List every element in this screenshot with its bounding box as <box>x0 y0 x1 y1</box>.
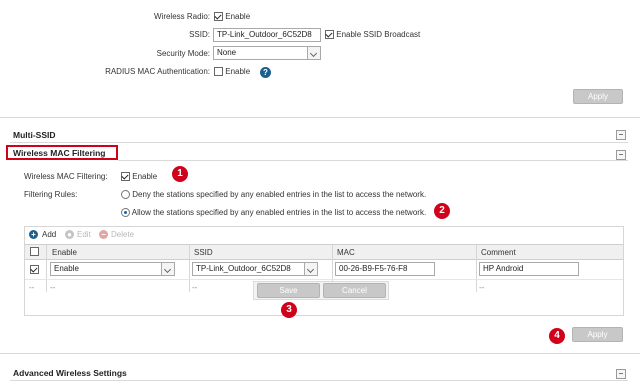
row-select <box>30 265 39 275</box>
ssid-input[interactable]: TP-Link_Outdoor_6C52D8 <box>213 28 321 42</box>
header-comment: Comment <box>481 248 516 257</box>
column-divider <box>189 244 190 292</box>
ssid-broadcast-label: Enable SSID Broadcast <box>336 30 421 39</box>
mac-filtering-field: Enable <box>121 172 158 182</box>
multi-ssid-title: Multi-SSID <box>13 130 56 140</box>
empty-cell: -- <box>29 283 35 292</box>
row-ssid-value: TP-Link_Outdoor_6C52D8 <box>196 264 291 273</box>
row-divider <box>25 279 623 280</box>
mac-filtering-title: Wireless MAC Filtering <box>13 148 106 158</box>
step-badge-1: 1 <box>172 166 188 182</box>
divider <box>0 353 640 354</box>
row-mac-input[interactable]: 00-26-B9-F5-76-F8 <box>335 262 435 276</box>
security-mode-label: Security Mode: <box>156 49 210 58</box>
divider <box>10 142 628 143</box>
empty-cell: -- <box>479 283 485 292</box>
header-enable: Enable <box>52 248 77 257</box>
radius-mac-field: Enable <box>214 67 251 77</box>
radius-mac-checkbox[interactable] <box>214 67 223 77</box>
chevron-down-icon <box>161 263 174 275</box>
filtering-rules-label: Filtering Rules: <box>24 190 78 199</box>
table-header <box>25 244 623 260</box>
delete-button[interactable]: Delete <box>111 230 134 239</box>
add-button[interactable]: Add <box>42 230 56 239</box>
collapse-icon[interactable] <box>616 130 626 140</box>
empty-cell: -- <box>192 283 198 292</box>
header-ssid: SSID <box>194 248 213 257</box>
edit-button[interactable]: Edit <box>77 230 91 239</box>
rule-deny-label: Deny the stations specified by any enabl… <box>132 190 427 199</box>
wireless-radio-value: Enable <box>225 12 251 21</box>
wireless-apply-button[interactable]: Apply <box>573 89 623 104</box>
mac-filtering-checkbox[interactable] <box>121 172 130 182</box>
rule-deny-radio[interactable] <box>121 190 130 200</box>
ssid-broadcast-checkbox[interactable] <box>325 30 334 40</box>
empty-cell: -- <box>50 283 56 292</box>
wireless-radio-label: Wireless Radio: <box>153 12 210 21</box>
add-icon: + <box>29 230 38 239</box>
divider <box>118 160 628 161</box>
rule-allow-radio[interactable] <box>121 208 130 218</box>
step-badge-3: 3 <box>281 302 297 318</box>
row-comment-input[interactable]: HP Android <box>479 262 579 276</box>
ssid-broadcast-field: Enable SSID Broadcast <box>325 30 421 40</box>
advanced-settings-title: Advanced Wireless Settings <box>13 368 127 378</box>
divider <box>10 380 628 381</box>
wireless-radio-checkbox[interactable] <box>214 12 223 22</box>
security-mode-value: None <box>217 48 237 57</box>
security-mode-select[interactable]: None <box>213 46 321 60</box>
select-all-checkbox[interactable] <box>30 247 39 257</box>
rule-deny-option[interactable]: Deny the stations specified by any enabl… <box>121 190 427 200</box>
header-select-all <box>30 247 39 257</box>
row-enable-select[interactable]: Enable <box>50 262 175 276</box>
row-enable-value: Enable <box>54 264 79 273</box>
rule-allow-label: Allow the stations specified by any enab… <box>131 208 427 217</box>
step-badge-4: 4 <box>549 328 565 344</box>
column-divider <box>476 244 477 292</box>
wireless-radio-field: Enable <box>214 12 251 22</box>
step-badge-2: 2 <box>434 203 450 219</box>
edit-icon: ● <box>65 230 74 239</box>
column-divider <box>46 244 47 292</box>
mac-filtering-label: Wireless MAC Filtering: <box>24 172 108 181</box>
mac-apply-button[interactable]: Apply <box>572 327 623 342</box>
help-icon[interactable]: ? <box>260 67 271 78</box>
rule-allow-option[interactable]: Allow the stations specified by any enab… <box>121 208 427 218</box>
collapse-icon[interactable] <box>616 369 626 379</box>
delete-icon: − <box>99 230 108 239</box>
header-mac: MAC <box>337 248 355 257</box>
chevron-down-icon <box>307 47 320 59</box>
mac-filtering-value: Enable <box>132 172 158 181</box>
ssid-label: SSID: <box>189 30 210 39</box>
divider <box>0 117 640 118</box>
row-checkbox[interactable] <box>30 265 39 275</box>
chevron-down-icon <box>304 263 317 275</box>
radius-mac-value: Enable <box>225 67 251 76</box>
cancel-button[interactable]: Cancel <box>323 283 386 298</box>
row-ssid-select[interactable]: TP-Link_Outdoor_6C52D8 <box>192 262 318 276</box>
save-button[interactable]: Save <box>257 283 320 298</box>
collapse-icon[interactable] <box>616 150 626 160</box>
radius-mac-label: RADIUS MAC Authentication: <box>105 67 210 76</box>
